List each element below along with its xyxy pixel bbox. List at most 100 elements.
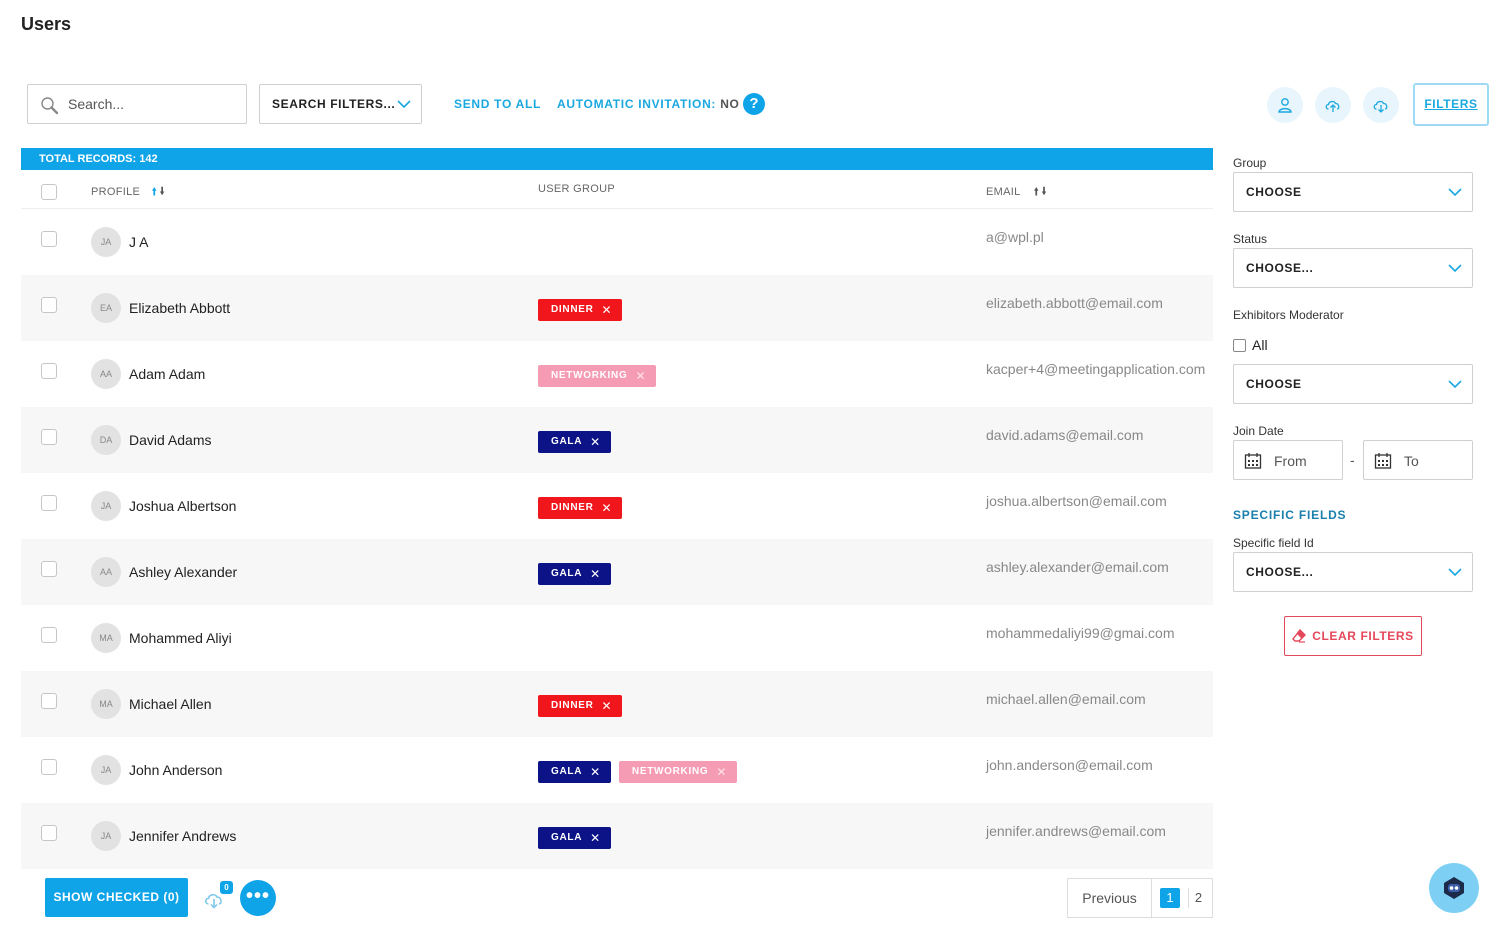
avatar: JA	[91, 755, 121, 785]
table-row: JA Joshua Albertson DINNER ✕ joshua.alber…	[21, 473, 1213, 539]
filters-button[interactable]: FILTERS	[1413, 83, 1489, 126]
chat-widget-button[interactable]	[1429, 863, 1479, 913]
select-all-checkbox[interactable]	[41, 184, 57, 200]
checkbox[interactable]	[1233, 338, 1246, 352]
specific-fields-title: SPECIFIC FIELDS	[1233, 508, 1347, 522]
remove-tag-icon[interactable]: ✕	[716, 761, 727, 783]
sort-arrows-icon[interactable]: 🠙 🠛	[152, 183, 166, 202]
download-button[interactable]	[1363, 87, 1399, 123]
row-checkbox[interactable]	[41, 561, 57, 577]
exhibitors-moderator-label: Exhibitors Moderator	[1233, 308, 1344, 322]
row-checkbox[interactable]	[41, 231, 57, 247]
column-user-group: USER GROUP	[538, 183, 615, 195]
user-group-tag-label: NETWORKING	[631, 766, 709, 777]
user-group-tags: NETWORKING ✕	[538, 365, 657, 387]
user-email: mohammedaliyi99@gmai.com	[986, 625, 1175, 641]
robot-icon	[1444, 877, 1464, 899]
row-checkbox[interactable]	[41, 363, 57, 379]
help-icon[interactable]: ?	[743, 93, 765, 115]
exhibitors-all-checkbox[interactable]: All	[1233, 337, 1268, 353]
row-checkbox[interactable]	[41, 825, 57, 841]
user-group-tag: NETWORKING ✕	[618, 761, 738, 783]
sort-arrows-icon[interactable]: 🠙 🠛	[1031, 183, 1047, 202]
user-group-tags: GALA ✕ NETWORKING ✕	[538, 761, 738, 783]
user-group-tag-label: GALA	[551, 568, 583, 579]
row-checkbox[interactable]	[41, 627, 57, 643]
specific-field-id-value: CHOOSE...	[1246, 565, 1314, 579]
user-name[interactable]: Adam Adam	[129, 366, 205, 382]
column-profile[interactable]: PROFILE 🠙 🠛	[91, 183, 165, 202]
previous-page-button[interactable]: Previous	[1068, 879, 1152, 917]
remove-tag-icon[interactable]: ✕	[602, 497, 613, 519]
pagination: Previous 1 2	[1067, 878, 1213, 918]
automatic-invitation-toggle[interactable]: AUTOMATIC INVITATION: NO	[557, 97, 740, 111]
user-email: ashley.alexander@email.com	[986, 559, 1169, 575]
user-name[interactable]: Elizabeth Abbott	[129, 300, 230, 316]
search-box[interactable]	[27, 84, 247, 124]
user-group-tags: GALA ✕	[538, 563, 611, 585]
remove-tag-icon[interactable]: ✕	[590, 563, 601, 585]
join-date-from-input[interactable]: From	[1233, 440, 1343, 480]
group-select[interactable]: CHOOSE	[1233, 172, 1473, 212]
search-input[interactable]	[68, 94, 238, 114]
specific-field-id-select[interactable]: CHOOSE...	[1233, 552, 1473, 592]
user-group-tags: DINNER ✕	[538, 695, 623, 717]
user-group-tags: GALA ✕	[538, 431, 611, 453]
show-checked-button[interactable]: SHOW CHECKED (0)	[45, 878, 188, 917]
user-name[interactable]: Jennifer Andrews	[129, 828, 236, 844]
eraser-icon	[1292, 629, 1307, 643]
user-name[interactable]: Ashley Alexander	[129, 564, 237, 580]
table-row: DA David Adams GALA ✕ david.adams@email.c…	[21, 407, 1213, 473]
user-name[interactable]: John Anderson	[129, 762, 222, 778]
clear-filters-label: CLEAR FILTERS	[1312, 629, 1414, 643]
column-email[interactable]: EMAIL 🠙 🠛	[986, 183, 1047, 202]
user-group-tag: GALA ✕	[538, 827, 611, 849]
user-name[interactable]: Mohammed Aliyi	[129, 630, 232, 646]
user-name[interactable]: J A	[129, 234, 148, 250]
date-range-separator: -	[1350, 452, 1355, 468]
row-checkbox[interactable]	[41, 495, 57, 511]
user-name[interactable]: Joshua Albertson	[129, 498, 236, 514]
exhibitors-moderator-select[interactable]: CHOOSE	[1233, 364, 1473, 404]
page-2-button[interactable]: 2	[1182, 879, 1212, 917]
avatar: MA	[91, 689, 121, 719]
user-name[interactable]: David Adams	[129, 432, 211, 448]
search-icon	[41, 97, 59, 115]
avatar: AA	[91, 557, 121, 587]
chevron-down-icon	[1448, 264, 1462, 273]
search-filters-label: SEARCH FILTERS...	[272, 97, 396, 111]
status-select[interactable]: CHOOSE...	[1233, 248, 1473, 288]
download-count-badge: 0	[220, 881, 233, 894]
avatar: JA	[91, 227, 121, 257]
row-checkbox[interactable]	[41, 759, 57, 775]
total-records: TOTAL RECORDS: 142	[21, 148, 1213, 170]
search-filters-select[interactable]: SEARCH FILTERS...	[259, 84, 422, 124]
add-user-button[interactable]	[1267, 87, 1303, 123]
join-date-to-input[interactable]: To	[1363, 440, 1473, 480]
table-row: JA Jennifer Andrews GALA ✕ jennifer.andre…	[21, 803, 1213, 869]
row-checkbox[interactable]	[41, 429, 57, 445]
automatic-invitation-label: AUTOMATIC INVITATION:	[557, 97, 717, 111]
user-name[interactable]: Michael Allen	[129, 696, 212, 712]
row-checkbox[interactable]	[41, 693, 57, 709]
more-options-button[interactable]: •••	[240, 880, 276, 916]
user-group-tag-label: GALA	[551, 436, 583, 447]
remove-tag-icon[interactable]: ✕	[590, 761, 601, 783]
users-table: TOTAL RECORDS: 142 PROFILE 🠙 🠛 USER GROUP…	[21, 148, 1213, 869]
clear-filters-button[interactable]: CLEAR FILTERS	[1284, 616, 1422, 656]
remove-tag-icon[interactable]: ✕	[635, 365, 646, 387]
row-checkbox[interactable]	[41, 297, 57, 313]
remove-tag-icon[interactable]: ✕	[590, 827, 601, 849]
user-group-tags: DINNER ✕	[538, 497, 623, 519]
user-group-tag: GALA ✕	[538, 563, 611, 585]
page-1-button[interactable]: 1	[1152, 879, 1182, 917]
user-email: jennifer.andrews@email.com	[986, 823, 1166, 839]
upload-button[interactable]	[1315, 87, 1351, 123]
send-to-all-button[interactable]: SEND TO ALL	[454, 97, 541, 111]
join-date-from-label: From	[1274, 453, 1307, 469]
chevron-down-icon	[1448, 380, 1462, 389]
remove-tag-icon[interactable]: ✕	[602, 695, 613, 717]
remove-tag-icon[interactable]: ✕	[602, 299, 613, 321]
remove-tag-icon[interactable]: ✕	[590, 431, 601, 453]
join-date-label: Join Date	[1233, 424, 1284, 438]
